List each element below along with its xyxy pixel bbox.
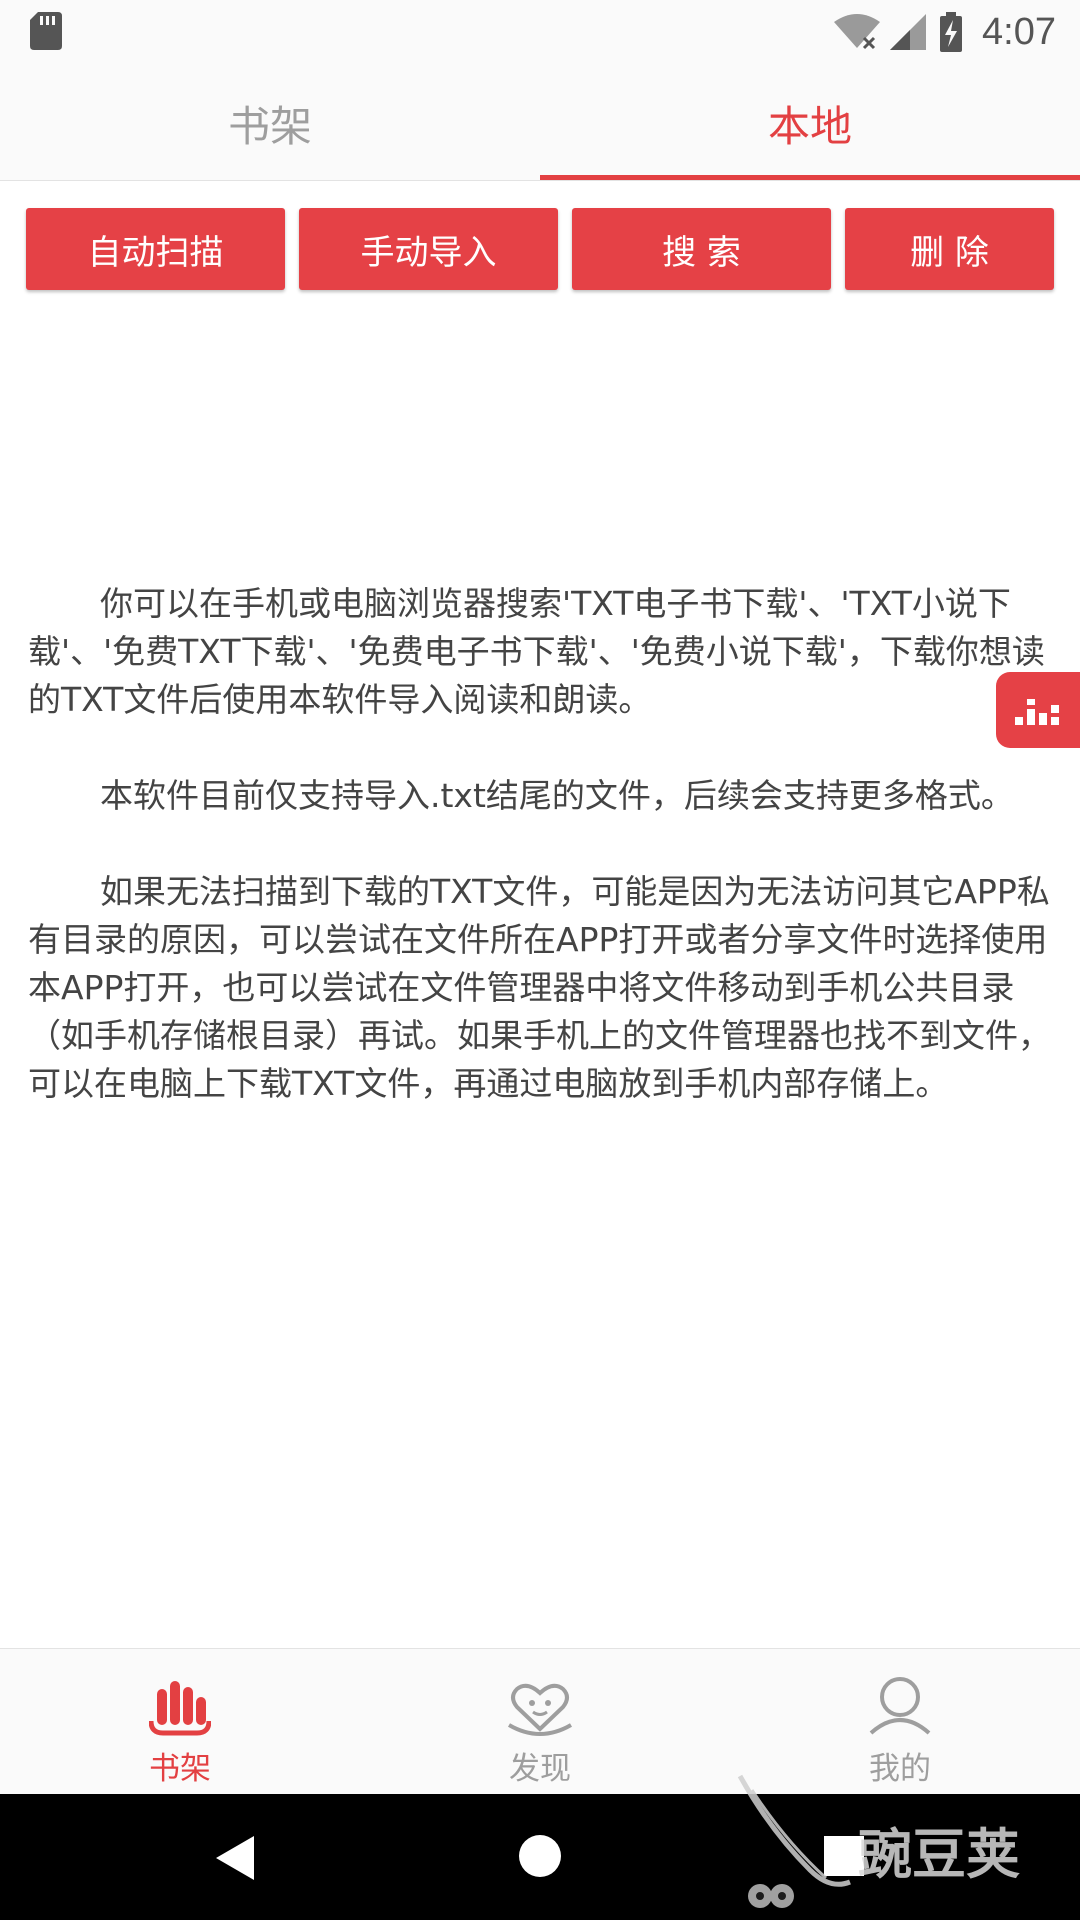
nav-discover-label: 发现: [509, 1751, 571, 1787]
tab-indicator: [540, 175, 1080, 180]
tab-bookshelf[interactable]: 书架: [0, 66, 540, 180]
watermark-logo: 豌豆荚: [730, 1770, 1060, 1920]
floating-equalizer-button[interactable]: [996, 672, 1080, 748]
search-button[interactable]: 搜 索: [572, 208, 831, 290]
status-bar: 4:07: [0, 0, 1080, 66]
battery-charging-icon: [940, 12, 963, 52]
manual-import-button[interactable]: 手动导入: [299, 208, 558, 290]
top-tab-bar: 书架 本地: [0, 66, 1080, 181]
nav-bookshelf[interactable]: 书架: [80, 1649, 280, 1795]
instruction-paragraph: 本软件目前仅支持导入.txt结尾的文件，后续会支持更多格式。: [100, 776, 1014, 815]
instruction-text: 你可以在手机或电脑浏览器搜索'TXT电子书下载'、'TXT小说下载'、'免费TX…: [28, 580, 1058, 1156]
signal-icon: [890, 14, 927, 50]
instruction-paragraph: 你可以在手机或电脑浏览器搜索'TXT电子书下载'、'TXT小说下载'、'免费TX…: [28, 584, 1045, 719]
status-time: 4:07: [982, 10, 1056, 53]
profile-icon: [869, 1677, 931, 1735]
instruction-paragraph: 如果无法扫描到下载的TXT文件，可能是因为无法访问其它APP私有目录的原因，可以…: [28, 872, 1051, 1103]
wifi-icon: [834, 14, 881, 50]
bookshelf-icon: [149, 1681, 211, 1736]
auto-scan-button[interactable]: 自动扫描: [26, 208, 285, 290]
watermark-text: 豌豆荚: [858, 1823, 1020, 1886]
discover-heart-icon: [507, 1683, 573, 1736]
nav-discover[interactable]: 发现: [440, 1649, 640, 1795]
pea-pod-icon: [737, 1774, 851, 1908]
back-icon[interactable]: [214, 1834, 256, 1882]
sd-card-icon: [30, 12, 62, 50]
delete-button[interactable]: 删 除: [845, 208, 1054, 290]
home-icon[interactable]: [518, 1834, 562, 1878]
action-button-row: 自动扫描 手动导入 搜 索 删 除: [26, 208, 1056, 290]
tab-local[interactable]: 本地: [540, 66, 1080, 180]
nav-bookshelf-label: 书架: [149, 1751, 211, 1787]
equalizer-icon: [1015, 699, 1059, 725]
